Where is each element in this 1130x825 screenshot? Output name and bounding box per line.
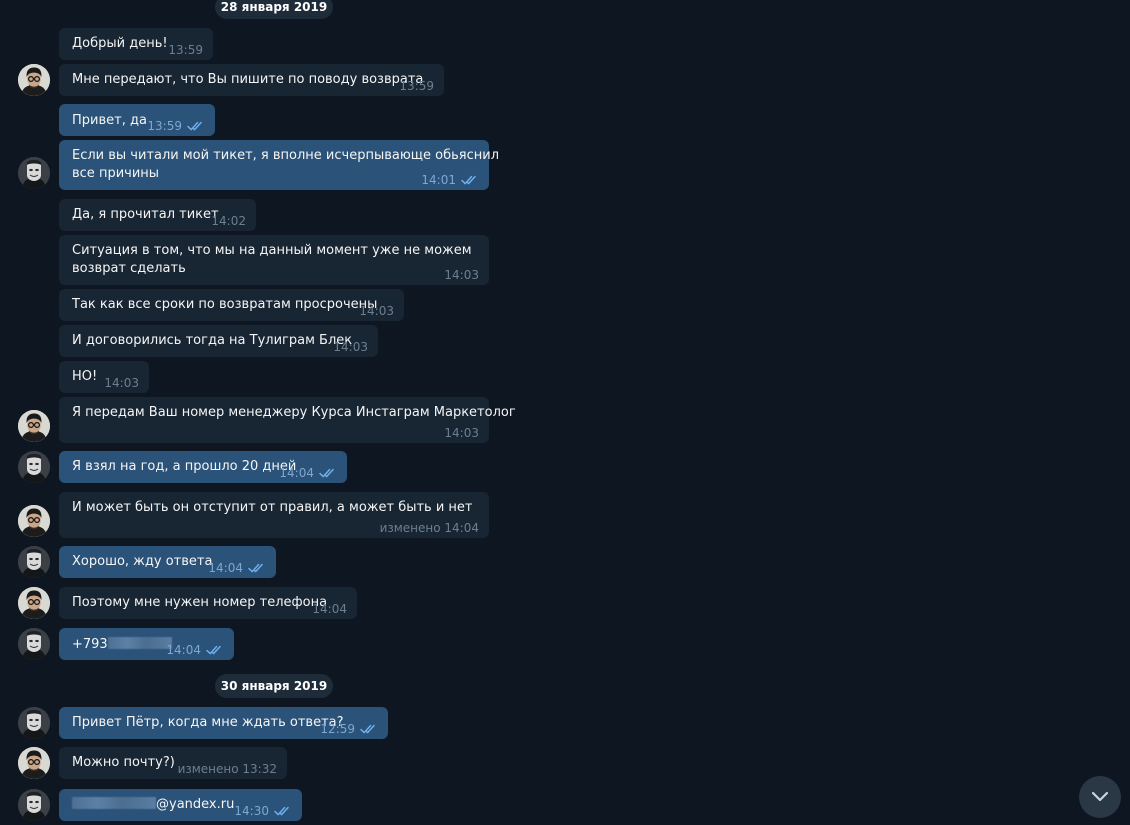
message-time: 14:04 bbox=[166, 643, 201, 657]
avatar-interlocutor[interactable] bbox=[18, 410, 50, 442]
message-bubble-incoming[interactable]: Мне передают, что Вы пишите по поводу во… bbox=[59, 64, 444, 96]
message-text: Так как все сроки по возвратам просрочен… bbox=[72, 297, 378, 312]
email-domain: @yandex.ru bbox=[156, 797, 235, 812]
message-time: 14:04 bbox=[208, 561, 243, 575]
message-bubble-incoming[interactable]: Так как все сроки по возвратам просрочен… bbox=[59, 289, 404, 321]
message-text: Добрый день! bbox=[72, 36, 168, 51]
avatar-self[interactable] bbox=[18, 451, 50, 483]
date-separator: 30 января 2019 bbox=[215, 674, 333, 698]
avatar-interlocutor[interactable] bbox=[18, 505, 50, 537]
double-check-icon bbox=[206, 645, 224, 655]
message-bubble-incoming[interactable]: Можно почту?) изменено 13:32 bbox=[59, 747, 287, 779]
message-time: 14:03 bbox=[444, 426, 479, 440]
message-bubble-incoming[interactable]: И договорились тогда на Тулиграм Блек 14… bbox=[59, 325, 378, 357]
message-time: 14:04 bbox=[312, 602, 347, 616]
double-check-icon bbox=[461, 175, 479, 185]
message-time: 12:59 bbox=[320, 722, 355, 736]
message-text: И договорились тогда на Тулиграм Блек bbox=[72, 333, 353, 348]
message-edited-time: изменено 14:04 bbox=[379, 521, 479, 535]
scroll-to-bottom-button[interactable] bbox=[1079, 776, 1121, 818]
message-time: 13:59 bbox=[147, 119, 182, 133]
message-text: Привет, да bbox=[72, 113, 147, 128]
message-bubble-incoming[interactable]: И может быть он отступит от правил, а мо… bbox=[59, 492, 489, 538]
message-time: 14:03 bbox=[333, 340, 368, 354]
message-time: 13:59 bbox=[399, 79, 434, 93]
avatar-interlocutor[interactable] bbox=[18, 747, 50, 779]
avatar-self[interactable] bbox=[18, 628, 50, 660]
message-bubble-incoming[interactable]: НО! 14:03 bbox=[59, 361, 149, 393]
message-bubble-outgoing[interactable]: Если вы читали мой тикет, я вполне исчер… bbox=[59, 140, 499, 190]
message-text: И может быть он отступит от правил, а мо… bbox=[72, 500, 473, 515]
date-separator: 28 января 2019 bbox=[215, 0, 333, 19]
message-bubble-incoming[interactable]: Добрый день! 13:59 bbox=[59, 28, 213, 60]
chevron-down-icon bbox=[1091, 791, 1109, 802]
message-text: Да, я прочитал тикет bbox=[72, 207, 219, 222]
avatar-self[interactable] bbox=[18, 546, 50, 578]
message-edited-time: изменено 13:32 bbox=[177, 762, 277, 776]
message-text: Я взял на год, а прошло 20 дней bbox=[72, 459, 297, 474]
avatar-interlocutor[interactable] bbox=[18, 587, 50, 619]
message-bubble-incoming[interactable]: Да, я прочитал тикет 14:02 bbox=[59, 199, 256, 231]
message-text: Можно почту?) bbox=[72, 755, 175, 770]
message-time: 14:30 bbox=[234, 804, 269, 818]
message-time: 13:59 bbox=[168, 43, 203, 57]
message-bubble-outgoing[interactable]: Привет Пётр, когда мне ждать ответа? 12:… bbox=[59, 707, 388, 739]
message-bubble-outgoing[interactable]: +793 14:04 bbox=[59, 628, 234, 660]
double-check-icon bbox=[187, 121, 205, 131]
message-text: Я передам Ваш номер менеджеру Курса Инст… bbox=[72, 405, 516, 420]
message-time: 14:03 bbox=[444, 268, 479, 282]
redacted-email-blur bbox=[72, 797, 156, 809]
chat-history[interactable]: 28 января 2019 Добрый день! 13:59 Мне пе… bbox=[0, 0, 1130, 825]
message-text: НО! bbox=[72, 369, 98, 384]
message-bubble-outgoing[interactable]: Привет, да 13:59 bbox=[59, 104, 215, 136]
message-text-line: возврат сделать bbox=[72, 261, 186, 276]
message-text: Привет Пётр, когда мне ждать ответа? bbox=[72, 715, 344, 730]
message-bubble-outgoing[interactable]: Хорошо, жду ответа 14:04 bbox=[59, 546, 276, 578]
message-time: 14:02 bbox=[211, 214, 246, 228]
double-check-icon bbox=[274, 806, 292, 816]
avatar-self[interactable] bbox=[18, 157, 50, 189]
message-text: Хорошо, жду ответа bbox=[72, 554, 213, 569]
message-text-line: Ситуация в том, что мы на данный момент … bbox=[72, 243, 472, 258]
double-check-icon bbox=[248, 563, 266, 573]
redacted-phone-blur bbox=[107, 637, 172, 649]
message-bubble-incoming[interactable]: Поэтому мне нужен номер телефона 14:04 bbox=[59, 587, 357, 619]
phone-number-prefix: +793 bbox=[72, 637, 108, 652]
avatar-self[interactable] bbox=[18, 789, 50, 821]
avatar-self[interactable] bbox=[18, 707, 50, 739]
message-text-line: все причины bbox=[72, 166, 160, 181]
message-time: 14:03 bbox=[104, 376, 139, 390]
message-text: Мне передают, что Вы пишите по поводу во… bbox=[72, 72, 424, 87]
double-check-icon bbox=[360, 724, 378, 734]
message-text-line: Если вы читали мой тикет, я вполне исчер… bbox=[72, 148, 500, 163]
double-check-icon bbox=[319, 468, 337, 478]
message-time: 14:01 bbox=[421, 173, 456, 187]
message-bubble-incoming[interactable]: Ситуация в том, что мы на данный момент … bbox=[59, 235, 489, 285]
message-time: 14:04 bbox=[279, 466, 314, 480]
message-text: Поэтому мне нужен номер телефона bbox=[72, 595, 328, 610]
avatar-interlocutor[interactable] bbox=[18, 64, 50, 96]
message-bubble-outgoing[interactable]: Я взял на год, а прошло 20 дней 14:04 bbox=[59, 451, 347, 483]
message-bubble-incoming[interactable]: Я передам Ваш номер менеджеру Курса Инст… bbox=[59, 397, 516, 443]
message-time: 14:03 bbox=[359, 304, 394, 318]
message-bubble-outgoing[interactable]: @yandex.ru 14:30 bbox=[59, 789, 302, 821]
